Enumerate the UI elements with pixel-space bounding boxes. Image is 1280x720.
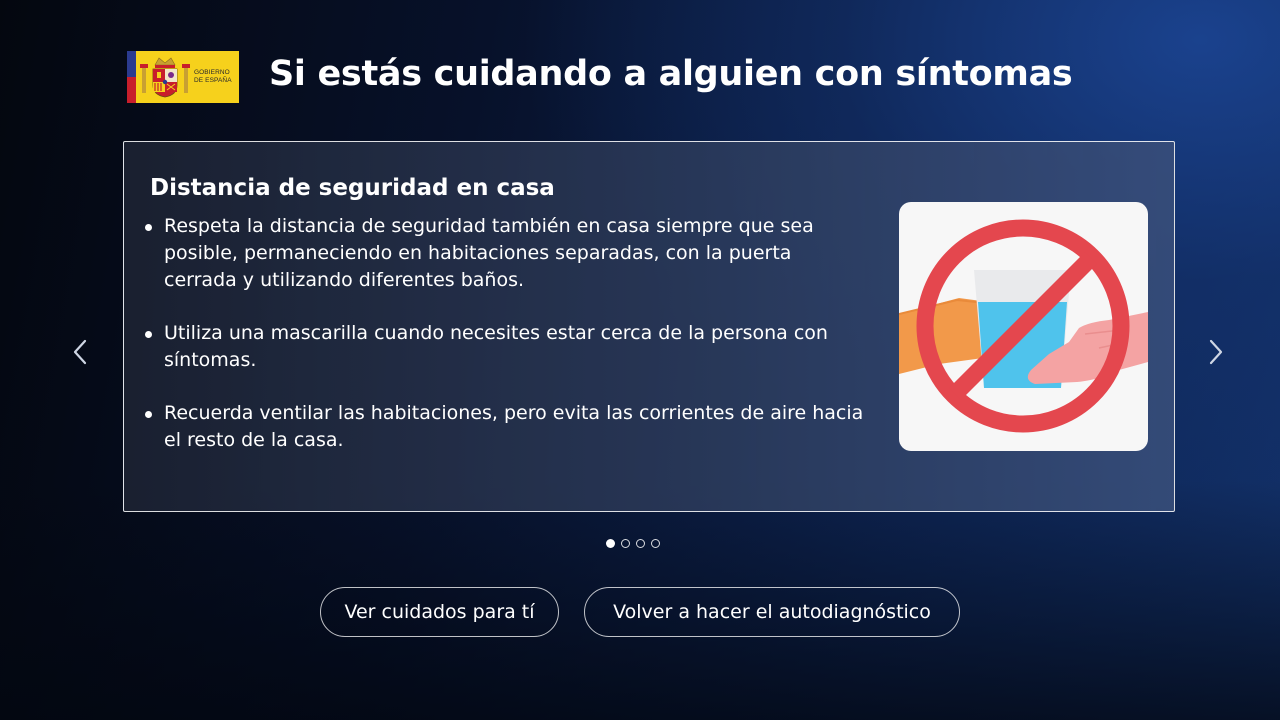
logo-text: GOBIERNO DE ESPAÑA [194, 69, 232, 84]
redo-self-diagnosis-button[interactable]: Volver a hacer el autodiagnóstico [584, 587, 960, 637]
card-title: Distancia de seguridad en casa [150, 175, 555, 201]
card-illustration [899, 202, 1148, 451]
gobierno-logo: GOBIERNO DE ESPAÑA [127, 51, 239, 103]
carousel-next-button[interactable] [1201, 336, 1231, 368]
no-sharing-glass-icon [899, 219, 1148, 433]
chevron-left-icon [73, 339, 87, 365]
logo-flag-stripe [127, 51, 136, 103]
carousel-pagination [606, 539, 660, 548]
care-for-you-button[interactable]: Ver cuidados para tí [320, 587, 559, 637]
carousel-dot-2[interactable] [621, 539, 630, 548]
card-bullet-list: Respeta la distancia de seguridad tambié… [145, 213, 870, 480]
logo-line-1: GOBIERNO [194, 69, 230, 76]
list-item: Utiliza una mascarilla cuando necesites … [145, 320, 870, 374]
list-item: Recuerda ventilar las habitaciones, pero… [145, 400, 870, 454]
page-title: Si estás cuidando a alguien con síntomas [269, 54, 1073, 94]
list-item: Respeta la distancia de seguridad tambié… [145, 213, 870, 294]
logo-line-2: DE ESPAÑA [194, 76, 232, 84]
chevron-right-icon [1209, 339, 1223, 365]
carousel-dot-1[interactable] [606, 539, 615, 548]
carousel-prev-button[interactable] [65, 336, 95, 368]
coat-of-arms-icon [140, 57, 190, 98]
info-card: Distancia de seguridad en casa Respeta l… [123, 141, 1175, 512]
carousel-dot-4[interactable] [651, 539, 660, 548]
carousel-dot-3[interactable] [636, 539, 645, 548]
